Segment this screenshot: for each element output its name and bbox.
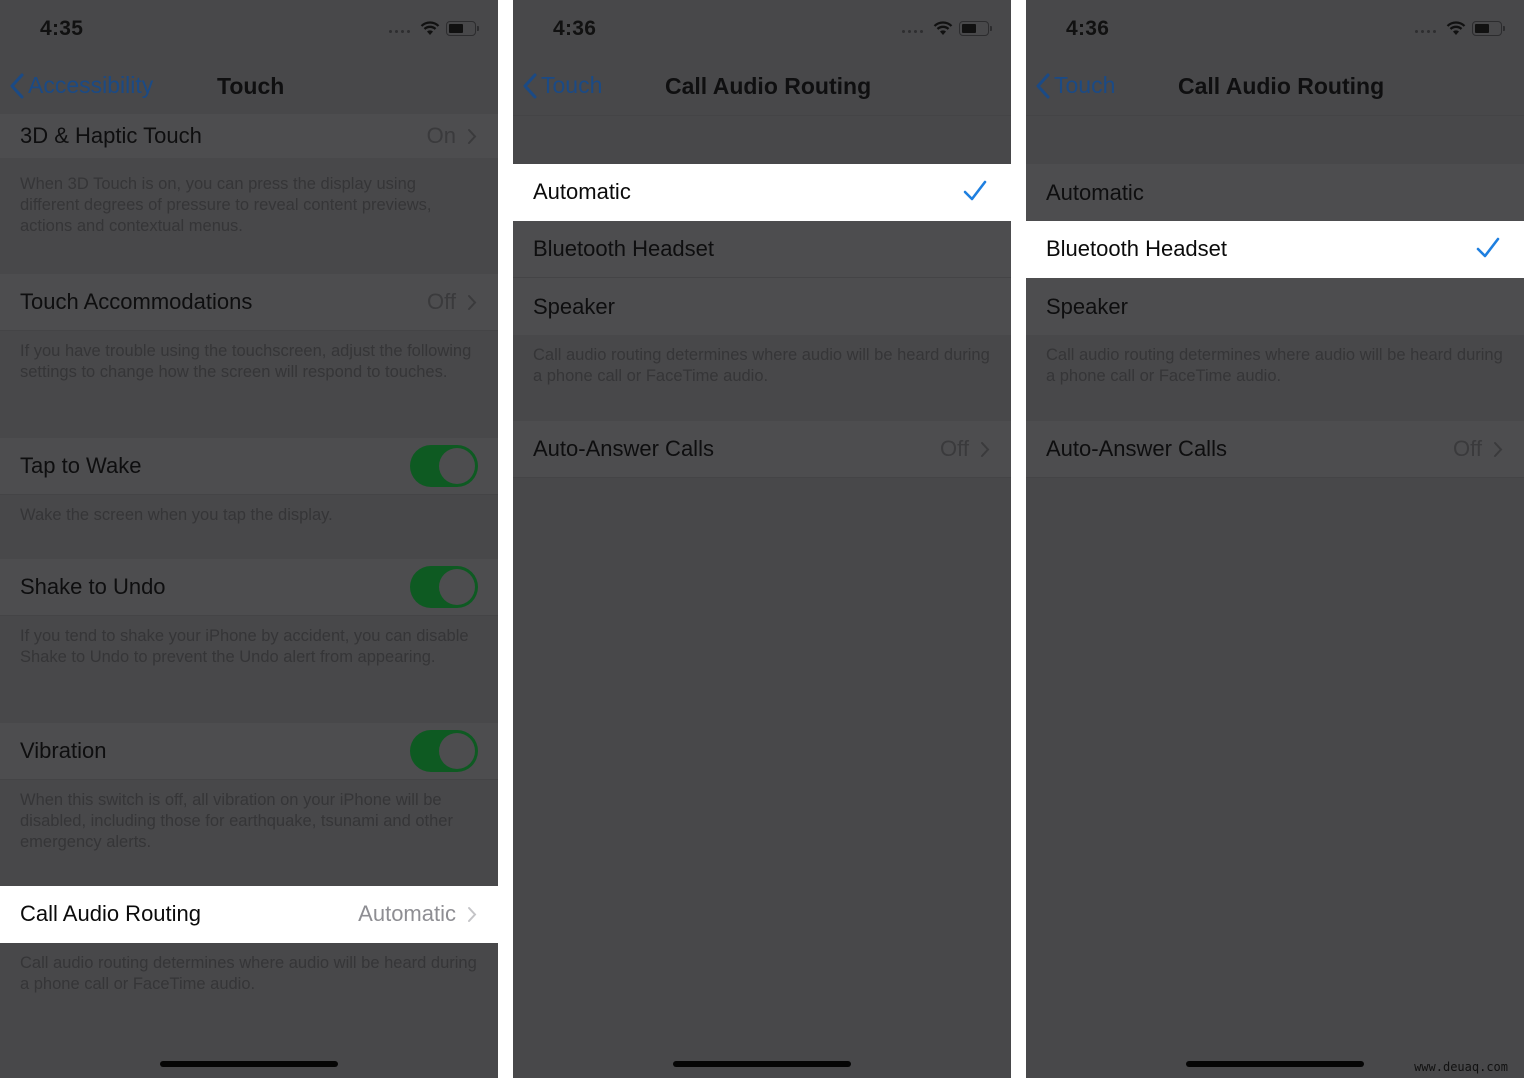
home-indicator[interactable]: [1186, 1061, 1364, 1067]
option-label: Automatic: [533, 179, 631, 204]
back-label: Accessibility: [28, 72, 154, 98]
navigation-bar: Accessibility Touch: [0, 60, 498, 116]
option-label: Bluetooth Headset: [533, 236, 715, 261]
status-time: 4:35: [40, 17, 84, 40]
option-label: Speaker: [1046, 293, 1128, 319]
settings-list: 3D & Haptic Touch On When 3D Touch is on…: [0, 114, 498, 1051]
back-label: Touch: [541, 72, 603, 98]
row-vibration: Vibration: [0, 723, 498, 780]
option-speaker[interactable]: Speaker: [1026, 278, 1524, 335]
routing-options-list: Automatic Bluetooth Headset Speaker Call…: [1026, 164, 1524, 478]
row-value: Off: [1453, 436, 1482, 461]
battery-icon: [1472, 21, 1505, 36]
footer-3d-touch: When 3D Touch is on, you can press the d…: [20, 175, 432, 235]
footer-tap-to-wake: Wake the screen when you tap the display…: [20, 506, 333, 524]
row-label: Tap to Wake: [20, 453, 142, 478]
status-icons: [389, 21, 479, 36]
shake-to-undo-toggle[interactable]: [410, 566, 478, 608]
home-indicator[interactable]: [160, 1061, 338, 1067]
row-tap-to-wake: Tap to Wake: [0, 438, 498, 495]
row-3d-haptic-touch[interactable]: 3D & Haptic Touch On: [0, 114, 498, 158]
options-footer: Call audio routing determines where audi…: [1046, 346, 1503, 385]
footer-touch-accommodations: If you have trouble using the touchscree…: [20, 342, 472, 381]
row-label: Auto-Answer Calls: [1046, 436, 1227, 461]
row-label: Shake to Undo: [20, 574, 166, 599]
chevron-right-icon: [466, 905, 478, 923]
back-label: Touch: [1054, 72, 1116, 98]
option-label: Automatic: [1046, 179, 1144, 205]
routing-options-list: Automatic Bluetooth Headset Speaker Call…: [513, 164, 1011, 478]
checkmark-icon: [1476, 237, 1500, 264]
status-bar: 4:36: [513, 0, 1011, 60]
chevron-left-icon: [1036, 73, 1050, 98]
row-label: Vibration: [20, 738, 107, 763]
option-bluetooth-headset[interactable]: Bluetooth Headset: [1026, 221, 1524, 278]
page-title: Touch: [217, 73, 285, 99]
row-value: Off: [427, 289, 456, 314]
screen-touch-settings: 4:35 Accessibility Touch 3D & Haptic Tou…: [0, 0, 498, 1078]
chevron-right-icon: [466, 293, 478, 311]
signal-icon: [1415, 30, 1436, 33]
battery-icon: [446, 21, 479, 36]
row-call-audio-routing[interactable]: Call Audio Routing Automatic: [0, 886, 498, 943]
wifi-icon: [1446, 21, 1466, 36]
navigation-bar: Touch Call Audio Routing: [1026, 60, 1524, 116]
row-label: Touch Accommodations: [20, 289, 253, 314]
option-bluetooth-headset[interactable]: Bluetooth Headset: [513, 221, 1011, 278]
status-icons: [1415, 21, 1505, 36]
signal-icon: [902, 30, 923, 33]
back-button[interactable]: Touch: [1036, 72, 1115, 99]
options-footer: Call audio routing determines where audi…: [533, 346, 990, 385]
wifi-icon: [420, 21, 440, 36]
chevron-left-icon: [523, 73, 537, 98]
signal-icon: [389, 30, 410, 33]
navigation-bar: Touch Call Audio Routing: [513, 60, 1011, 116]
vibration-toggle[interactable]: [410, 730, 478, 772]
screen-call-audio-routing-automatic: 4:36 Touch Call Audio Routing Automatic …: [513, 0, 1011, 1078]
home-indicator[interactable]: [673, 1061, 851, 1067]
row-value: On: [426, 123, 456, 148]
battery-icon: [959, 21, 992, 36]
row-label: Call Audio Routing: [20, 901, 202, 926]
footer-shake-to-undo: If you tend to shake your iPhone by acci…: [20, 627, 469, 666]
screen-call-audio-routing-bluetooth: 4:36 Touch Call Audio Routing Automatic …: [1026, 0, 1524, 1078]
page-title: Call Audio Routing: [1178, 73, 1385, 99]
chevron-right-icon: [466, 127, 478, 145]
footer-call-audio-routing: Call audio routing determines where audi…: [20, 954, 477, 993]
status-time: 4:36: [553, 17, 597, 40]
row-value: Automatic: [358, 901, 456, 926]
row-auto-answer-calls[interactable]: Auto-Answer Calls Off: [513, 421, 1011, 478]
row-touch-accommodations[interactable]: Touch Accommodations Off: [0, 274, 498, 331]
status-icons: [902, 21, 992, 36]
option-label: Speaker: [533, 293, 615, 319]
back-button[interactable]: Accessibility: [10, 72, 153, 99]
chevron-right-icon: [1492, 440, 1504, 458]
option-speaker[interactable]: Speaker: [513, 278, 1011, 335]
row-shake-to-undo: Shake to Undo: [0, 559, 498, 616]
status-time: 4:36: [1066, 17, 1110, 40]
row-auto-answer-calls[interactable]: Auto-Answer Calls Off: [1026, 421, 1524, 478]
chevron-right-icon: [979, 440, 991, 458]
tap-to-wake-toggle[interactable]: [410, 445, 478, 487]
status-bar: 4:36: [1026, 0, 1524, 60]
option-automatic[interactable]: Automatic: [513, 164, 1011, 221]
row-label: 3D & Haptic Touch: [20, 123, 202, 148]
page-title: Call Audio Routing: [665, 73, 872, 99]
footer-vibration: When this switch is off, all vibration o…: [20, 791, 453, 851]
back-button[interactable]: Touch: [523, 72, 602, 99]
row-label: Auto-Answer Calls: [533, 436, 714, 461]
status-bar: 4:35: [0, 0, 498, 60]
chevron-left-icon: [10, 73, 24, 98]
row-value: Off: [940, 436, 969, 461]
option-label: Bluetooth Headset: [1046, 236, 1228, 261]
option-automatic[interactable]: Automatic: [1026, 164, 1524, 221]
wifi-icon: [933, 21, 953, 36]
checkmark-icon: [963, 180, 987, 207]
watermark: www.deuaq.com: [1414, 1060, 1508, 1074]
